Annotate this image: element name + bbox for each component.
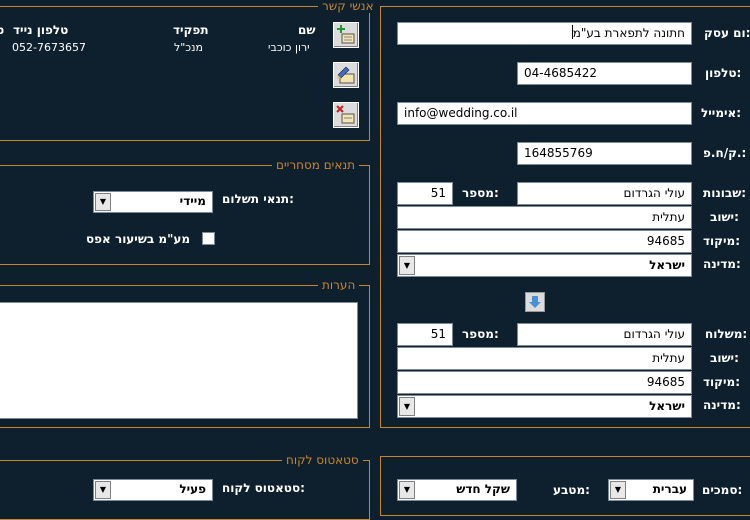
chevron-down-icon[interactable]: ▼ <box>95 481 111 499</box>
currency-select[interactable]: שקל חדש ▼ <box>397 479 517 501</box>
phone-field[interactable]: 04-4685422 <box>517 62 692 85</box>
copy-address-button[interactable] <box>525 292 545 312</box>
contacts-header-extra: ט <box>0 23 5 37</box>
contacts-legend: אנשי קשר <box>318 0 378 13</box>
payment-terms-label: תנאי תשלום: <box>222 192 294 206</box>
shipping-zip-field[interactable]: 94685 <box>397 371 692 394</box>
terms-legend: תנאים מסחריים <box>272 158 360 172</box>
shipping-number-label: מספר: <box>462 327 499 341</box>
chevron-down-icon[interactable]: ▼ <box>610 481 626 499</box>
edit-contact-button[interactable] <box>333 62 359 88</box>
contact-row-mobile[interactable]: 052-7673657 <box>12 41 86 54</box>
zero-vat-label: מע"מ בשיעור אפס <box>86 232 191 246</box>
currency-label: מטבע: <box>553 483 590 497</box>
add-contact-icon <box>337 25 355 44</box>
payment-terms-select[interactable]: מיידי ▼ <box>93 191 213 213</box>
add-contact-button[interactable] <box>333 22 359 48</box>
contact-row-role[interactable]: מנכ"ל <box>174 41 203 54</box>
company-id-field[interactable]: 164855769 <box>517 142 692 165</box>
company-id-label: ק/ח.פ.: <box>703 146 747 160</box>
notes-legend: הערות <box>318 278 360 292</box>
contacts-header-role: תפקיד <box>173 23 209 37</box>
customer-status-label: סטאטוס לקוח: <box>222 481 305 495</box>
shipping-country-label: מדינה: <box>703 398 741 412</box>
status-legend: סטאטוס לקוח <box>282 453 363 467</box>
customer-status-value: פעיל <box>179 482 206 496</box>
commercial-terms-panel <box>0 165 370 265</box>
chevron-down-icon[interactable]: ▼ <box>399 397 415 416</box>
shipping-city-field[interactable]: עתלית <box>397 347 692 370</box>
shipping-zip-label: מיקוד: <box>703 375 741 389</box>
shipping-city-label: ישוב: <box>710 351 739 365</box>
chevron-down-icon[interactable]: ▼ <box>399 481 415 499</box>
notes-textarea[interactable] <box>0 302 358 419</box>
documents-language-label: סמכים: <box>702 483 743 497</box>
contact-row-name[interactable]: ירון כוכבי <box>268 41 310 54</box>
arrow-down-icon <box>529 296 541 308</box>
business-name-value: חתונה לתפארת בע"מ <box>572 26 685 40</box>
edit-contact-icon <box>337 66 355 84</box>
email-field[interactable]: info@wedding.co.il <box>397 102 692 125</box>
billing-number-field[interactable]: 51 <box>397 182 453 205</box>
billing-country-select[interactable]: ישראל ▼ <box>397 254 692 277</box>
shipping-number-field[interactable]: 51 <box>397 323 453 346</box>
shipping-country-select[interactable]: ישראל ▼ <box>397 395 692 418</box>
billing-country-value: ישראל <box>649 258 685 272</box>
billing-street-field[interactable]: עולי הגרדום <box>517 182 692 205</box>
billing-city-field[interactable]: עתלית <box>397 206 692 229</box>
chevron-down-icon[interactable]: ▼ <box>95 193 111 211</box>
business-name-field[interactable]: חתונה לתפארת בע"מ <box>397 22 692 45</box>
shipping-country-value: ישראל <box>649 399 685 413</box>
shipping-street-label: משלוח: <box>705 327 748 341</box>
documents-language-value: עברית <box>652 482 687 496</box>
contacts-header-mobile: טלפון נייד <box>13 23 69 37</box>
documents-language-select[interactable]: עברית ▼ <box>608 479 694 501</box>
billing-zip-field[interactable]: 94685 <box>397 230 692 253</box>
contacts-header-name: שם <box>298 23 316 37</box>
payment-terms-value: מיידי <box>179 194 206 208</box>
billing-country-label: מדינה: <box>703 257 741 271</box>
zero-vat-checkbox[interactable] <box>202 232 215 245</box>
billing-zip-label: מיקוד: <box>703 234 741 248</box>
chevron-down-icon[interactable]: ▼ <box>399 256 415 275</box>
billing-city-label: ישוב: <box>710 210 739 224</box>
billing-number-label: מספר: <box>462 186 499 200</box>
currency-value: שקל חדש <box>456 482 510 496</box>
phone-label: טלפון: <box>705 66 742 80</box>
billing-street-label: שבונות: <box>703 186 747 200</box>
delete-contact-icon <box>336 105 355 124</box>
business-name-label: ום עסק: <box>704 26 750 40</box>
email-label: אימייל: <box>701 106 742 120</box>
shipping-street-field[interactable]: עולי הגרדום <box>517 323 692 346</box>
customer-status-select[interactable]: פעיל ▼ <box>93 479 213 501</box>
delete-contact-button[interactable] <box>333 102 359 128</box>
